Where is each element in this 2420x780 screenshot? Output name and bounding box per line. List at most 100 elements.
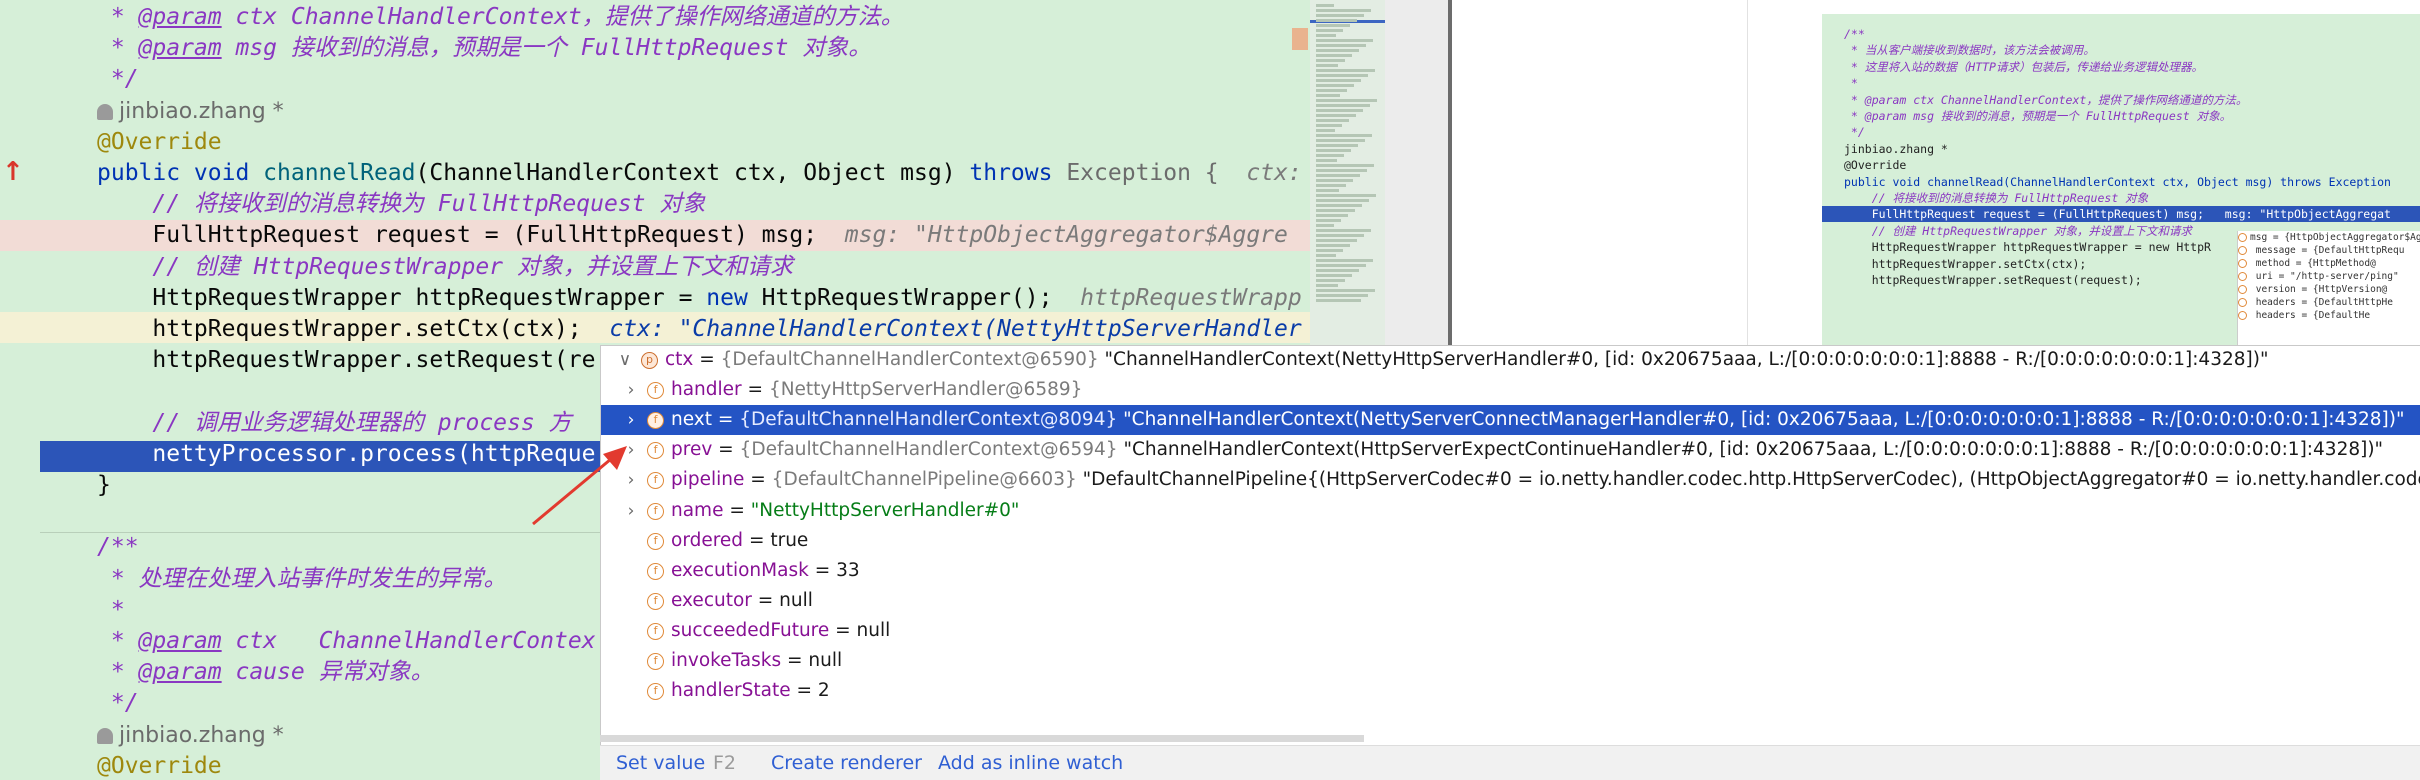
debug-variable-row-prev[interactable]: › f prev = {DefaultChannelHandlerContext@6…: [601, 435, 2420, 465]
code-line: httpRequestWrapper.setRequest(re: [97, 345, 595, 376]
debug-variable-row-invokeTasks[interactable]: f invokeTasks = null: [601, 646, 2420, 676]
thumbnail-code-line: httpRequestWrapper.setRequest(request);: [1844, 273, 2142, 287]
set-value-shortcut: F2: [713, 752, 737, 774]
minimap-line: [1316, 44, 1366, 47]
code-token: channelRead: [263, 160, 416, 186]
preview-divider: [1747, 0, 1748, 345]
thumbnail-popup-text: msg = {HttpObjectAggregator$Ag: [2250, 232, 2420, 243]
code-line: HttpRequestWrapper httpRequestWrapper = …: [97, 283, 1301, 314]
code-token: *: [97, 659, 139, 686]
variable-type: {DefaultChannelHandlerContext@8094}: [739, 409, 1118, 431]
create-renderer-link[interactable]: Create renderer: [771, 746, 922, 780]
debug-variable-row-executionMask[interactable]: f executionMask = 33: [601, 556, 2420, 586]
author-hint: jinbiao.zhang *: [97, 96, 284, 127]
minimap-line: [1316, 164, 1374, 167]
minimap-line: [1316, 59, 1345, 62]
error-stripe-marker[interactable]: [1292, 28, 1308, 50]
code-token: msg: "HttpObjectAggregator$Aggre: [817, 222, 1288, 249]
thumbnail-popup-row: version = {HttpVersion@: [2238, 283, 2420, 296]
variable-value: 2: [817, 680, 830, 702]
chevron-right-icon[interactable]: ›: [621, 405, 641, 435]
thumbnail-code-line: // 将接收到的消息转换为 FullHttpRequest 对象: [1844, 191, 2149, 205]
code-token: /**: [97, 534, 139, 561]
variable-name: ordered: [671, 529, 744, 551]
variable-type: {DefaultChannelHandlerContext@6590}: [720, 349, 1099, 370]
thumbnail-popup-row: msg = {HttpObjectAggregator$Ag: [2238, 231, 2420, 244]
minimap-line: [1316, 284, 1338, 287]
minimap-line: [1316, 134, 1372, 137]
code-line: * 处理在处理入站事件时发生的异常。: [97, 564, 507, 595]
variable-value: "DefaultChannelPipeline{(HttpServerCodec…: [1082, 469, 2420, 491]
debug-variable-row-handler[interactable]: › f handler = {NettyHttpServerHandler@6589…: [601, 375, 2420, 405]
debug-variable-row-name[interactable]: › f name = "NettyHttpServerHandler#0": [601, 496, 2420, 526]
minimap-line: [1316, 159, 1337, 162]
minimap-line: [1316, 94, 1340, 97]
code-token: ctx: "ChannelHandlerContext(NettyHttpSer…: [581, 316, 1302, 342]
minimap-line: [1316, 239, 1357, 242]
minimap-line: [1316, 119, 1349, 122]
code-line: // 将接收到的消息转换为 FullHttpRequest 对象: [97, 189, 705, 220]
thumbnail-popup-text: uri = "/http-server/ping": [2250, 271, 2399, 282]
code-line: @Override: [97, 127, 222, 158]
field-icon: f: [647, 502, 664, 520]
code-token: ctx:: [1218, 160, 1310, 186]
minimap-line: [1316, 194, 1376, 197]
code-token: HttpRequestWrapper();: [761, 284, 1053, 311]
thumbnail-code-line: * @param ctx ChannelHandlerContext，提供了操作…: [1844, 92, 2248, 107]
code-token: FullHttpRequest request = (FullHttpReque…: [97, 222, 818, 249]
code-line: *: [97, 595, 125, 626]
thumbnail-code-line: HttpRequestWrapper httpRequestWrapper = …: [1844, 240, 2211, 255]
code-token: ctx ChannelHandlerContex: [221, 628, 596, 654]
variable-value: null: [808, 650, 843, 671]
set-value-link[interactable]: Set value: [616, 746, 705, 780]
code-token: Exception {: [1066, 160, 1219, 186]
variable-name: handler: [671, 379, 742, 401]
debug-variable-row-ordered[interactable]: f ordered = true: [601, 526, 2420, 556]
minimap-line: [1316, 79, 1361, 82]
minimap-line: [1316, 69, 1375, 72]
code-token: msg 接收到的消息，预期是一个 FullHttpRequest 对象。: [221, 35, 872, 62]
field-icon: [2238, 298, 2247, 307]
minimap-line: [1316, 234, 1364, 237]
debug-row-text: invokeTasks = null: [671, 650, 843, 671]
variable-type: {DefaultChannelHandlerContext@6594}: [739, 439, 1118, 461]
debug-variable-row-handlerState[interactable]: f handlerState = 2: [601, 676, 2420, 706]
chevron-down-icon[interactable]: ∨: [615, 345, 635, 375]
code-token: */: [97, 690, 139, 717]
add-inline-watch-link[interactable]: Add as inline watch: [938, 746, 1123, 780]
debug-horizontal-scrollbar[interactable]: [600, 735, 1364, 742]
minimap-line: [1316, 74, 1368, 77]
field-icon: f: [647, 412, 664, 430]
code-line: * @param cause 异常对象。: [97, 657, 434, 688]
code-token: @param: [138, 4, 222, 30]
minimap-line: [1316, 174, 1360, 177]
debug-variable-row-next[interactable]: › f next = {DefaultChannelHandlerContext@8…: [601, 405, 2420, 436]
debug-variable-row-pipeline[interactable]: › f pipeline = {DefaultChannelPipeline@660…: [601, 465, 2420, 495]
chevron-right-icon[interactable]: ›: [621, 375, 641, 405]
field-icon: [2238, 233, 2247, 242]
minimap-line: [1316, 204, 1362, 207]
variable-name: name: [671, 499, 724, 521]
minimap-line: [1316, 144, 1358, 147]
thumbnail-popup-text: headers = {DefaultHttpHe: [2250, 297, 2393, 308]
variable-value: true: [770, 529, 809, 551]
variable-name: invokeTasks: [671, 650, 782, 671]
code-token: *: [97, 596, 125, 623]
debug-row-text: next = {DefaultChannelHandlerContext@809…: [671, 409, 2405, 431]
debug-variable-row-executor[interactable]: f executor = null: [601, 586, 2420, 616]
field-icon: f: [647, 622, 664, 640]
code-token: // 调用业务逻辑处理器的 process 方: [97, 409, 572, 436]
debug-variables-popup[interactable]: ∨ p ctx = {DefaultChannelHandlerContext@65…: [600, 345, 2420, 780]
minimap-line: [1316, 254, 1336, 257]
field-icon: [2238, 259, 2247, 268]
minimap-line: [1316, 149, 1351, 152]
debug-popup-footer: Set value F2 Create renderer Add as inli…: [600, 745, 2420, 780]
thumbnail-code-line: * @param msg 接收到的消息，预期是一个 FullHttpReques…: [1844, 109, 2232, 123]
variable-name: handlerState: [671, 680, 791, 702]
debug-variable-row-ctx[interactable]: ∨ p ctx = {DefaultChannelHandlerContext@65…: [601, 345, 2420, 375]
code-line: FullHttpRequest request = (FullHttpReque…: [97, 220, 1288, 251]
code-token: * 处理在处理入站事件时发生的异常。: [97, 565, 507, 592]
debug-variable-row-succeededFuture[interactable]: f succeededFuture = null: [601, 616, 2420, 646]
code-line: */: [97, 688, 139, 719]
minimap-line: [1316, 189, 1339, 192]
